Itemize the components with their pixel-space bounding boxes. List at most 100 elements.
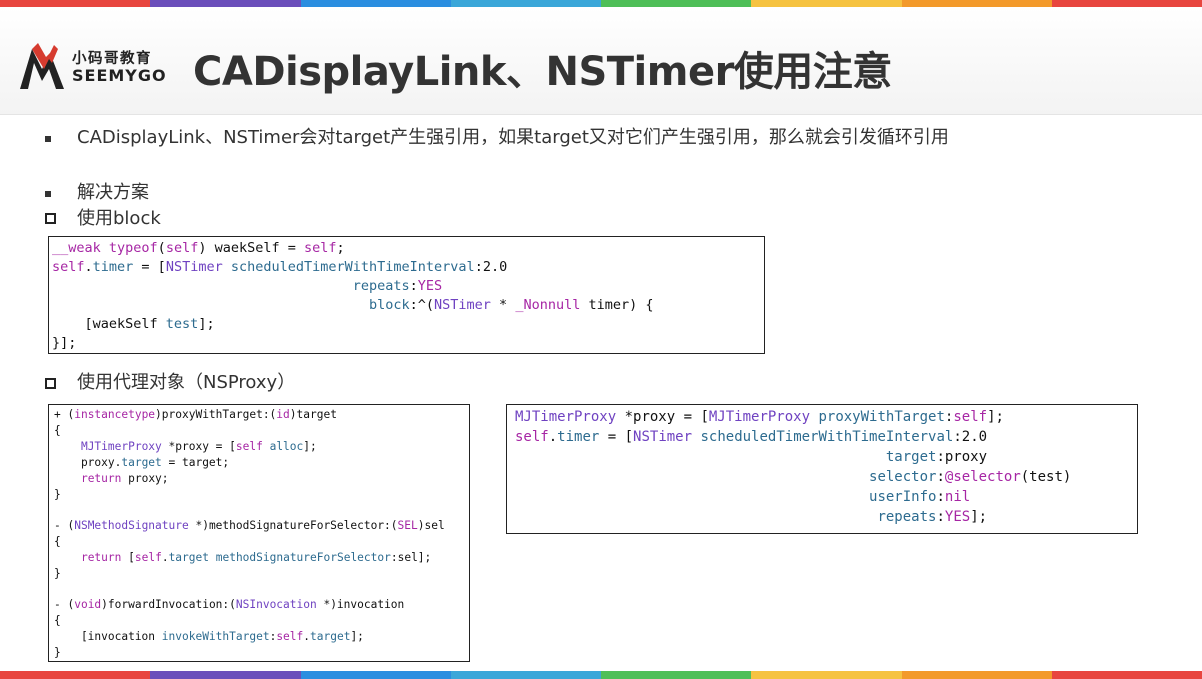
code-line: - (NSMethodSignature *)methodSignatureFo… <box>54 520 445 531</box>
code-token: timer) { <box>580 297 654 313</box>
code-token: self <box>165 240 199 256</box>
stripe-segment <box>450 0 601 7</box>
code-token: ]; <box>987 409 1004 425</box>
stripe-segment <box>300 0 451 7</box>
code-token: *proxy = [ <box>616 409 709 425</box>
code-token: - ( <box>54 598 75 611</box>
code-token: { <box>54 535 61 548</box>
code-token: methodSignatureForSelector <box>215 551 391 564</box>
logo-chinese-text: 小码哥教育 <box>72 51 152 67</box>
code-token: self <box>235 440 263 453</box>
slide-header: 小码哥教育 SEEMYGO CADisplayLink、NSTimer使用注意 <box>0 7 1202 115</box>
code-token: void <box>74 598 102 611</box>
code-token: alloc <box>269 440 304 453</box>
code-token: + ( <box>54 408 75 421</box>
code-token: [waekSelf <box>52 316 166 332</box>
code-token: NSMethodSignature <box>74 519 189 532</box>
code-token: MJTimerProxy <box>708 409 811 425</box>
stripe-segment <box>751 671 902 679</box>
code-token: ]; <box>350 630 364 643</box>
sub-point-block: 使用block <box>77 208 161 229</box>
code-token: . <box>161 551 169 564</box>
code-token: :^( <box>409 297 435 313</box>
code-token: return <box>80 551 122 564</box>
code-line: return proxy; <box>54 473 169 484</box>
code-token: userInfo <box>869 489 937 505</box>
code-token: block <box>368 297 410 313</box>
code-token: . <box>84 259 93 275</box>
point-solutions: 解决方案 <box>77 182 149 203</box>
code-token: NSInvocation <box>235 598 317 611</box>
sub-point-nsproxy: 使用代理对象（NSProxy） <box>77 372 296 393</box>
code-token: = [ <box>133 259 166 275</box>
code-token: timer <box>92 259 134 275</box>
code-token: : <box>936 469 945 485</box>
code-token: self <box>304 240 337 256</box>
point-circular-reference: CADisplayLink、NSTimer会对target产生强引用，如果tar… <box>77 127 949 148</box>
stripe-segment <box>751 0 902 7</box>
code-token: @selector <box>944 469 1021 485</box>
code-line: block:^(NSTimer * _Nonnull timer) { <box>52 297 654 313</box>
code-token: )target <box>289 408 337 421</box>
code-block-proxy-implementation: + (instancetype)proxyWithTarget:(id)targ… <box>48 404 470 662</box>
code-token: test <box>165 316 199 332</box>
code-token: YES <box>944 509 971 525</box>
code-line: target:proxy <box>515 450 987 464</box>
code-token: target <box>885 449 937 465</box>
code-token: . <box>303 630 311 643</box>
code-token: repeats <box>352 278 410 294</box>
code-token: *proxy = [ <box>161 440 236 453</box>
code-token: NSTimer <box>434 297 491 313</box>
code-token: } <box>54 567 61 580</box>
code-token: ) waekSelf = <box>198 240 304 256</box>
code-token: self <box>953 409 988 425</box>
code-token: *)invocation <box>316 598 405 611</box>
code-line: + (instancetype)proxyWithTarget:(id)targ… <box>54 409 337 420</box>
code-token: = [ <box>599 429 634 445</box>
code-token: self <box>52 259 85 275</box>
stripe-segment <box>300 671 451 679</box>
code-token: :2.0 <box>953 429 988 445</box>
code-token: target <box>121 456 162 469</box>
code-line: { <box>54 536 61 547</box>
code-token: *)methodSignatureForSelector:( <box>188 519 398 532</box>
bottom-color-stripe <box>0 671 1202 679</box>
code-token: target <box>168 551 209 564</box>
code-line: proxy.target = target; <box>54 457 229 468</box>
code-line: { <box>54 615 61 626</box>
code-token: NSTimer <box>633 429 693 445</box>
bullet-square-icon <box>45 136 51 142</box>
code-token: [ <box>121 551 135 564</box>
code-line: repeats:YES]; <box>515 510 987 524</box>
code-token: } <box>54 488 61 501</box>
code-token: instancetype <box>74 408 156 421</box>
logo-mark-icon <box>20 43 64 89</box>
stripe-segment <box>601 671 752 679</box>
code-token: )proxyWithTarget:( <box>155 408 277 421</box>
code-line: return [self.target methodSignatureForSe… <box>54 552 431 563</box>
stripe-segment <box>901 671 1052 679</box>
code-token: = target; <box>161 456 230 469</box>
code-token: )sel <box>417 519 445 532</box>
stripe-segment <box>601 0 752 7</box>
stripe-segment <box>0 671 151 679</box>
code-token: : <box>409 278 418 294</box>
code-token: nil <box>944 489 971 505</box>
code-line: self.timer = [NSTimer scheduledTimerWith… <box>52 259 507 275</box>
code-token: _Nonnull <box>515 297 581 313</box>
code-token: invokeWithTarget <box>161 630 270 643</box>
stripe-segment <box>150 671 301 679</box>
code-token: self <box>276 630 304 643</box>
hollow-square-bullet-icon <box>45 378 56 389</box>
code-token: - ( <box>54 519 75 532</box>
code-token: :sel]; <box>390 551 432 564</box>
code-token: MJTimerProxy <box>515 409 617 425</box>
code-line: __weak typeof(self) waekSelf = self; <box>52 240 345 256</box>
